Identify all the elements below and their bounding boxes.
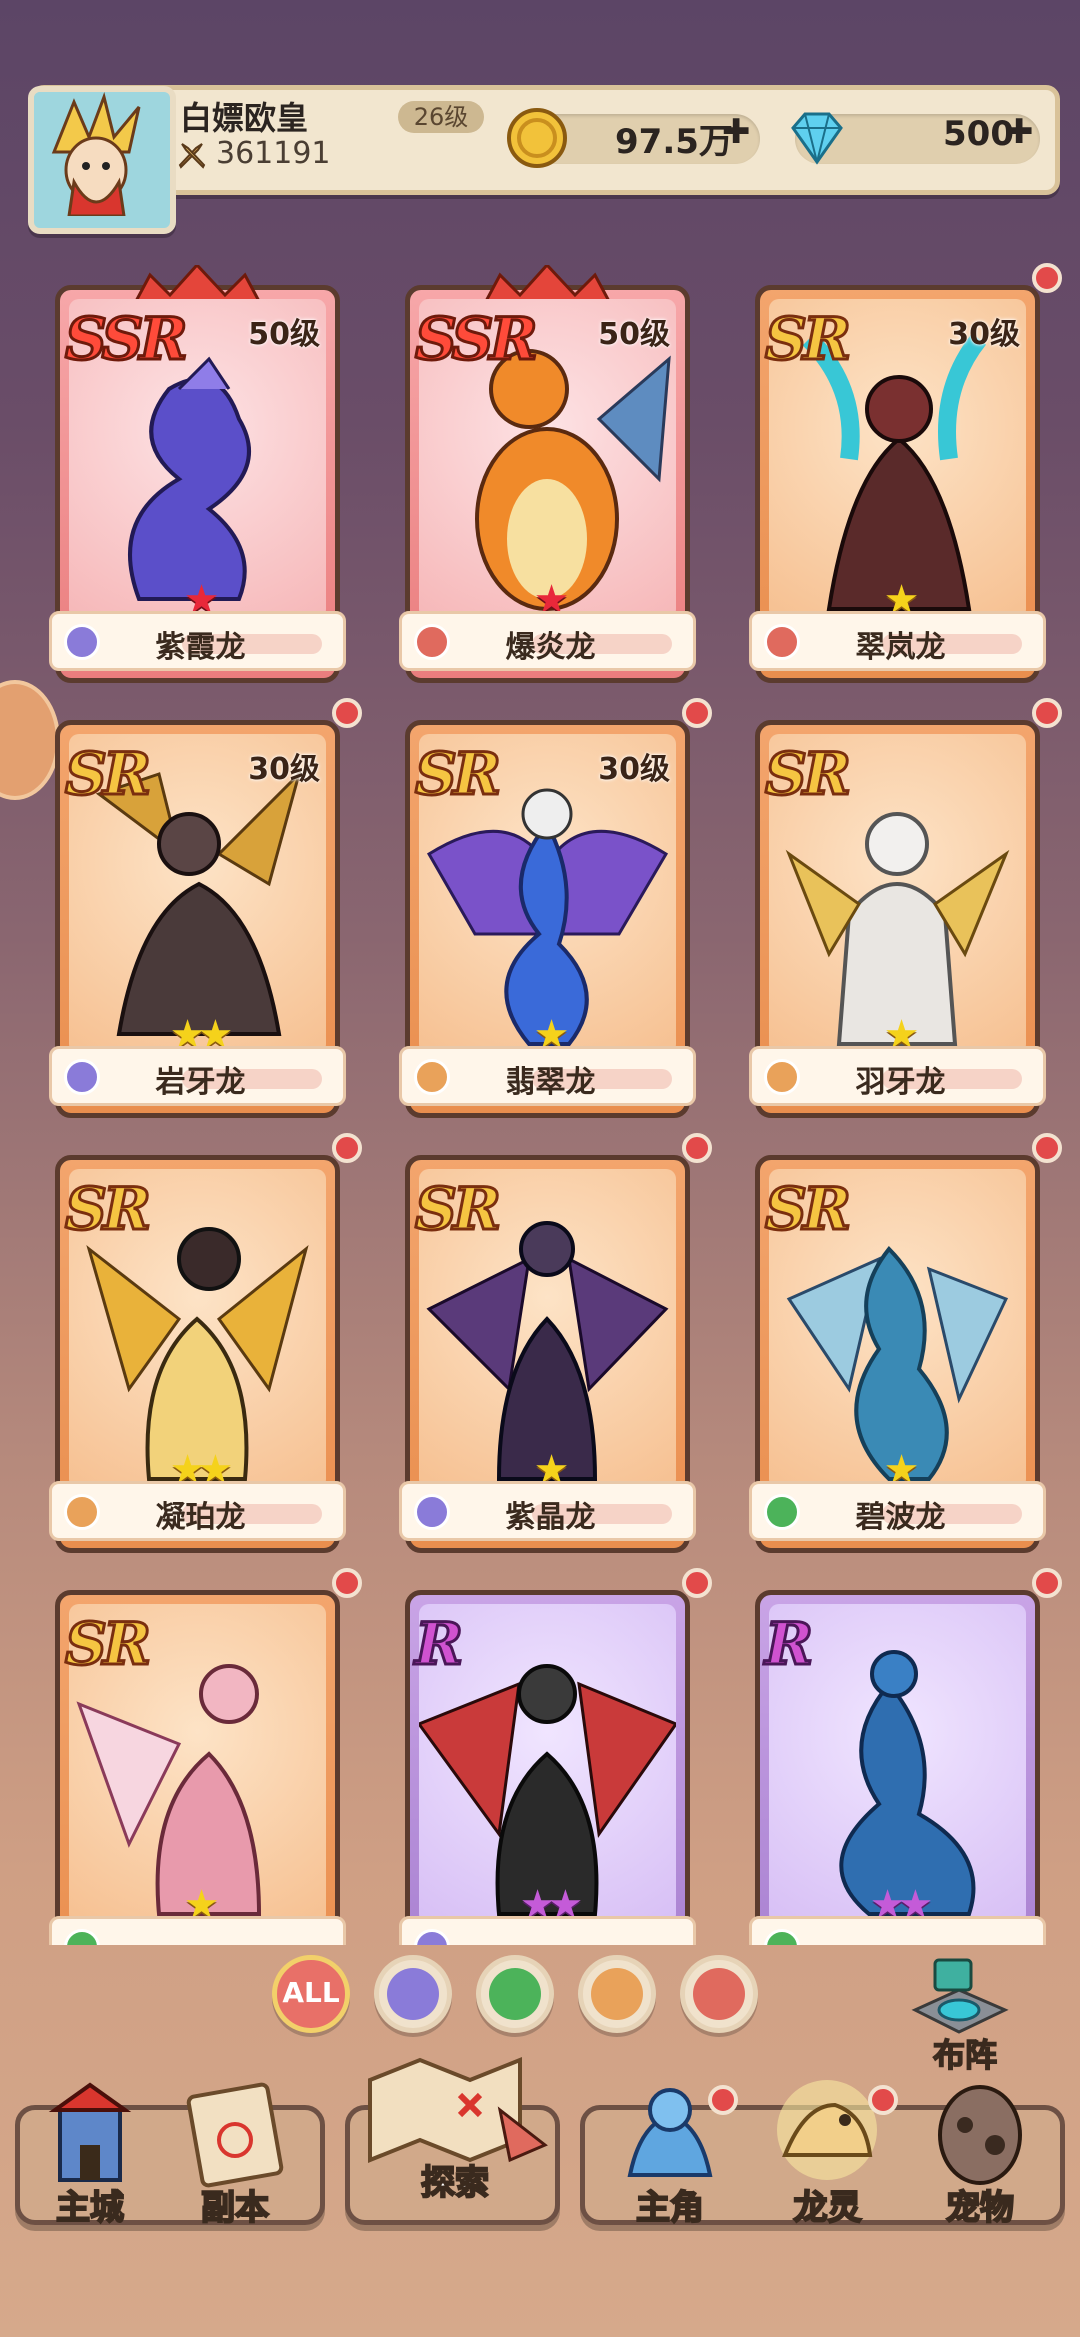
wind-element-icon bbox=[489, 1968, 541, 2020]
dragon-name: 爆炎龙 bbox=[505, 630, 596, 665]
nav-hero[interactable]: 主角 bbox=[610, 2075, 738, 2230]
nav-dragon[interactable]: 龙灵 bbox=[765, 2075, 898, 2230]
rarity-badge: SR bbox=[413, 1174, 502, 1245]
dragon-card[interactable]: SR 30级 ★★ 岩牙龙 bbox=[49, 698, 362, 1120]
card-name-ribbon: 爆炎龙 bbox=[399, 611, 696, 671]
dragon-card[interactable]: SR ★ 羽牙龙 bbox=[749, 698, 1062, 1120]
rarity-badge: SR bbox=[763, 739, 852, 810]
dragon-name: 羽牙龙 bbox=[855, 1065, 946, 1100]
wind-element-icon bbox=[764, 1929, 800, 1945]
notification-dot bbox=[332, 1133, 362, 1163]
rarity-badge: SSR bbox=[414, 304, 540, 375]
nav-dungeon-label: 副本 bbox=[200, 2187, 270, 2229]
nav-pet-label: 宠物 bbox=[945, 2187, 1015, 2229]
card-level: 50级 bbox=[248, 317, 320, 352]
notification-dot bbox=[708, 2085, 738, 2115]
nav-city[interactable]: 主城 bbox=[30, 2080, 150, 2230]
rarity-badge: SR bbox=[63, 1174, 152, 1245]
card-name-ribbon bbox=[399, 1916, 696, 1945]
formation-label: 布阵 bbox=[932, 2035, 998, 2075]
card-name-ribbon bbox=[49, 1916, 346, 1945]
egg-icon bbox=[938, 2085, 1022, 2185]
rarity-badge: SR bbox=[763, 1174, 852, 1245]
notification-dot bbox=[1032, 1133, 1062, 1163]
filter-all-button[interactable]: ALL bbox=[272, 1955, 350, 2033]
rarity-badge: SR bbox=[63, 1609, 152, 1680]
dragon-card[interactable]: SSR 50级 ★ 爆炎龙 bbox=[399, 265, 696, 685]
card-name-ribbon: 紫晶龙 bbox=[399, 1481, 696, 1541]
nav-explore-label: 探索 bbox=[420, 2162, 490, 2204]
dragon-card[interactable]: R ★★ bbox=[399, 1568, 712, 1945]
card-level: 50级 bbox=[598, 317, 670, 352]
water-element-icon bbox=[387, 1968, 439, 2020]
nav-dragon-label: 龙灵 bbox=[793, 2187, 863, 2229]
rarity-badge: R bbox=[413, 1609, 464, 1680]
filter-all-label: ALL bbox=[282, 1976, 340, 2009]
card-level: 30级 bbox=[948, 317, 1020, 352]
avatar-portrait-icon bbox=[34, 92, 158, 218]
water-element-icon bbox=[414, 1929, 450, 1945]
dragon-name: 凝珀龙 bbox=[155, 1500, 246, 1535]
light-element-icon bbox=[591, 1968, 643, 2020]
notification-dot bbox=[682, 1133, 712, 1163]
card-name-ribbon: 凝珀龙 bbox=[49, 1481, 346, 1541]
dragon-name: 紫晶龙 bbox=[505, 1500, 596, 1535]
notification-dot bbox=[332, 698, 362, 728]
card-level: 30级 bbox=[248, 752, 320, 787]
dragon-name: 翡翠龙 bbox=[505, 1065, 596, 1100]
card-name-ribbon bbox=[749, 1916, 1046, 1945]
rarity-badge: SR bbox=[63, 739, 152, 810]
notification-dot bbox=[1032, 1568, 1062, 1598]
dragon-card[interactable]: SR ★ 紫晶龙 bbox=[399, 1133, 712, 1555]
notification-dot bbox=[682, 698, 712, 728]
rarity-badge: SR bbox=[763, 304, 852, 375]
card-name-ribbon: 翡翠龙 bbox=[399, 1046, 696, 1106]
scroll-icon bbox=[186, 2082, 284, 2188]
card-name-ribbon: 羽牙龙 bbox=[749, 1046, 1046, 1106]
notification-dot bbox=[868, 2085, 898, 2115]
nav-pet[interactable]: 宠物 bbox=[920, 2075, 1040, 2230]
filter-wind-button[interactable] bbox=[476, 1955, 554, 2033]
nav-dungeon[interactable]: 副本 bbox=[175, 2080, 295, 2230]
notification-dot bbox=[1032, 698, 1062, 728]
dragon-name: 紫霞龙 bbox=[155, 630, 246, 665]
notification-dot bbox=[1032, 263, 1062, 293]
rarity-badge: SSR bbox=[64, 304, 190, 375]
nav-explore[interactable]: 探索 bbox=[360, 2050, 550, 2230]
castle-icon bbox=[48, 2082, 132, 2182]
dragon-card[interactable]: R ★★ bbox=[749, 1568, 1062, 1945]
dragon-card[interactable]: SR 30级 ★ 翠岚龙 bbox=[749, 263, 1062, 685]
rarity-badge: R bbox=[763, 1609, 814, 1680]
fire-element-icon bbox=[693, 1968, 745, 2020]
rarity-badge: SR bbox=[413, 739, 502, 810]
dragon-card[interactable]: SR ★ bbox=[49, 1568, 362, 1945]
card-name-ribbon: 碧波龙 bbox=[749, 1481, 1046, 1541]
map-icon bbox=[368, 2057, 548, 2163]
dragon-name: 碧波龙 bbox=[855, 1500, 946, 1535]
card-name-ribbon: 紫霞龙 bbox=[49, 611, 346, 671]
dragon-card[interactable]: SSR 50级 ★ 紫霞龙 bbox=[49, 265, 346, 685]
notification-dot bbox=[682, 1568, 712, 1598]
filter-water-button[interactable] bbox=[374, 1955, 452, 2033]
dragon-card[interactable]: SR ★ 碧波龙 bbox=[749, 1133, 1062, 1555]
card-name-ribbon: 翠岚龙 bbox=[749, 611, 1046, 671]
card-name-ribbon: 岩牙龙 bbox=[49, 1046, 346, 1106]
dragon-card[interactable]: SR 30级 ★ 翡翠龙 bbox=[399, 698, 712, 1120]
filter-light-button[interactable] bbox=[578, 1955, 656, 2033]
dragon-name: 翠岚龙 bbox=[855, 630, 946, 665]
nav-city-label: 主城 bbox=[55, 2187, 125, 2229]
filter-fire-button[interactable] bbox=[680, 1955, 758, 2033]
dragon-card[interactable]: SR ★★ 凝珀龙 bbox=[49, 1133, 362, 1555]
wind-element-icon bbox=[64, 1929, 100, 1945]
notification-dot bbox=[332, 1568, 362, 1598]
nav-hero-label: 主角 bbox=[635, 2187, 705, 2229]
avatar[interactable] bbox=[28, 86, 176, 234]
dragon-card-grid: SSR 50级 ★ 紫霞龙 SSR 50级 ★ 爆炎龙 SR 30级 ★ 翠岚龙… bbox=[0, 0, 1080, 1945]
card-level: 30级 bbox=[598, 752, 670, 787]
dragon-name: 岩牙龙 bbox=[155, 1065, 246, 1100]
